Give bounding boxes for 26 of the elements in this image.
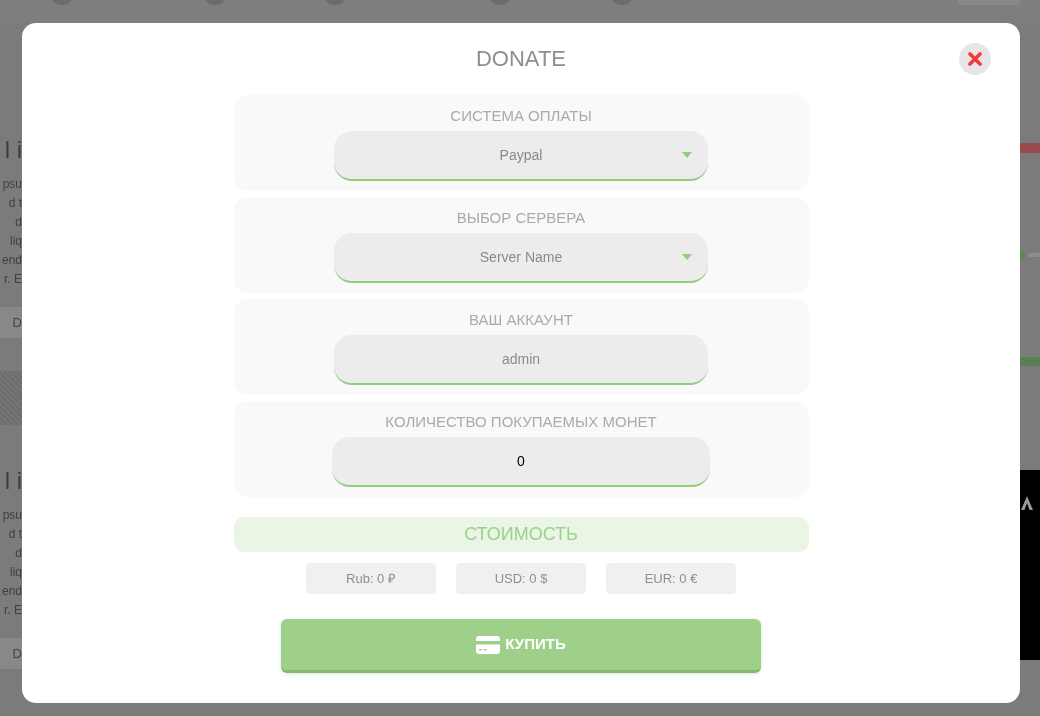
field-label: СИСТЕМА ОПЛАТЫ bbox=[450, 106, 592, 126]
field-label: КОЛИЧЕСТВО ПОКУПАЕМЫХ МОНЕТ bbox=[385, 412, 657, 432]
accent-strip bbox=[1020, 143, 1040, 153]
card-title: l i bbox=[4, 468, 22, 494]
caret-icon bbox=[682, 254, 692, 260]
dialog-title: DONATE bbox=[475, 45, 566, 73]
field-label: ВЫБОР СЕРВЕРА bbox=[456, 208, 586, 228]
select-field[interactable]: Paypal bbox=[334, 131, 708, 181]
image-placeholder bbox=[0, 371, 22, 425]
close-button[interactable] bbox=[959, 43, 991, 75]
caret-icon bbox=[682, 152, 692, 158]
accent-strip bbox=[1020, 357, 1040, 366]
select-field[interactable]: Server Name bbox=[334, 233, 708, 283]
buy-button[interactable]: КУПИТЬ bbox=[281, 619, 761, 673]
card-button[interactable]: D bbox=[0, 307, 22, 338]
credit-card-icon bbox=[476, 635, 501, 654]
price-label: EUR: 0 € bbox=[606, 563, 736, 594]
close-icon bbox=[968, 52, 982, 66]
cost-heading: СТОИМОСТЬ bbox=[233, 517, 809, 552]
field-label: ВАШ АККАУНТ bbox=[469, 310, 573, 330]
price-label: USD: 0 $ bbox=[456, 563, 586, 594]
price-label: Rub: 0 ₽ bbox=[306, 563, 436, 594]
input-field[interactable]: admin bbox=[334, 335, 708, 385]
card-button[interactable]: D bbox=[0, 638, 22, 669]
card-title: l i bbox=[4, 137, 22, 163]
number-field[interactable]: 0 bbox=[332, 437, 710, 487]
